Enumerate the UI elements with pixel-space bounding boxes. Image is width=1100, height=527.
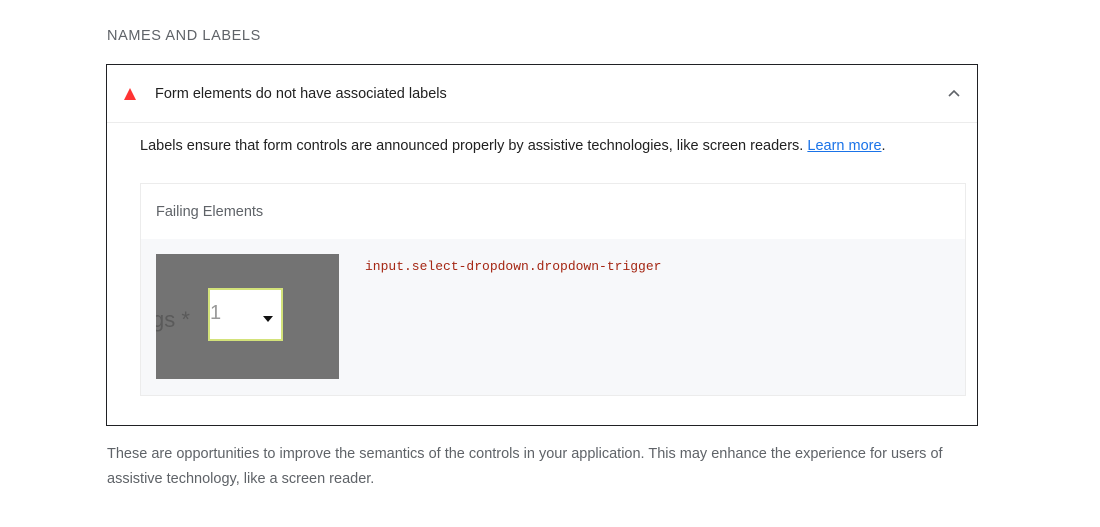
learn-more-link[interactable]: Learn more <box>807 138 881 154</box>
failing-elements-header: Failing Elements <box>141 184 965 239</box>
fail-triangle-icon <box>124 88 136 100</box>
audit-description-text: Labels ensure that form controls are ann… <box>140 138 808 154</box>
group-description: These are opportunities to improve the s… <box>107 446 943 487</box>
failing-elements-table: Failing Elements gs * 1 input.select-dro… <box>140 183 966 396</box>
audit-card: Form elements do not have associated lab… <box>106 64 978 426</box>
failing-elements-label: Failing Elements <box>156 204 264 220</box>
page: NAMES AND LABELS Form elements do not ha… <box>0 0 1100 527</box>
audit-header[interactable]: Form elements do not have associated lab… <box>107 65 977 123</box>
chevron-up-icon[interactable] <box>947 87 961 101</box>
element-selector: input.select-dropdown.dropdown-trigger <box>365 259 662 274</box>
thumbnail-label-fragment: gs * <box>156 307 190 332</box>
element-screenshot-thumbnail: gs * 1 <box>156 254 339 379</box>
audit-description-end: . <box>881 138 886 154</box>
dropdown-caret-icon <box>263 316 273 322</box>
thumbnail-input-value: 1 <box>210 302 222 324</box>
audit-description: Labels ensure that form controls are ann… <box>140 138 886 154</box>
thumbnail-highlighted-input: 1 <box>208 288 283 341</box>
audit-title: Form elements do not have associated lab… <box>155 86 447 102</box>
table-row: gs * 1 input.select-dropdown.dropdown-tr… <box>141 239 965 395</box>
section-title: NAMES AND LABELS <box>107 28 261 44</box>
